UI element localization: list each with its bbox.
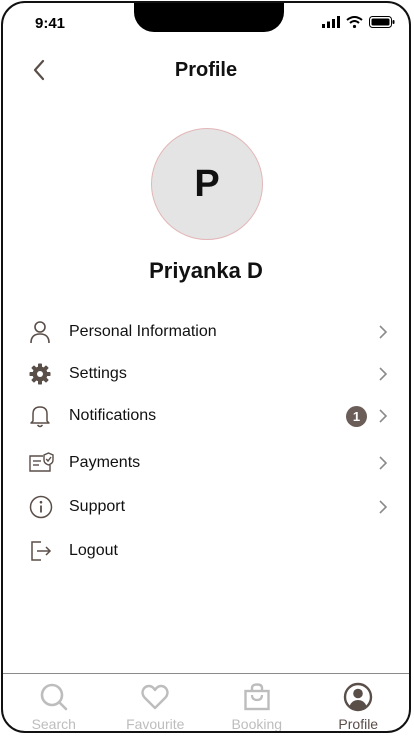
menu-label: Support [69, 498, 126, 515]
battery-icon [369, 16, 395, 28]
chevron-right-icon [375, 366, 391, 382]
menu-item-logout[interactable]: Logout [25, 534, 395, 568]
tab-label: Favourite [126, 716, 185, 732]
tab-profile[interactable]: Profile [308, 674, 410, 732]
menu-label: Payments [69, 454, 141, 471]
search-icon [40, 683, 68, 711]
avatar: P [151, 128, 263, 240]
status-icons [322, 16, 395, 28]
logout-icon [29, 539, 65, 563]
menu-label: Personal Information [69, 323, 217, 340]
notch [134, 3, 284, 32]
menu-label: Notifications [69, 407, 157, 424]
info-icon [29, 495, 65, 519]
chevron-right-icon [375, 324, 391, 340]
menu-item-notifications[interactable]: Notifications 1 [25, 399, 395, 433]
page-title: Profile [174, 59, 238, 81]
profile-icon [344, 682, 373, 712]
menu-item-settings[interactable]: Settings [25, 357, 395, 391]
user-name: Priyanka D [149, 258, 263, 283]
user-icon [29, 320, 65, 344]
chevron-right-icon [375, 499, 391, 515]
notification-count-badge: 1 [346, 405, 367, 427]
gear-icon [29, 363, 65, 385]
menu-item-personal-information[interactable]: Personal Information [25, 315, 395, 349]
signal-icon [322, 16, 340, 28]
payment-card-icon [29, 452, 65, 474]
shopping-bag-icon [244, 683, 270, 711]
phone-frame: 9:41 Profile P Priyanka D Personal Infor… [1, 1, 411, 733]
menu-label: Logout [69, 542, 118, 559]
avatar-initial: P [194, 162, 220, 205]
status-time: 9:41 [35, 15, 66, 32]
chevron-right-icon [375, 455, 391, 471]
tab-search[interactable]: Search [3, 674, 105, 732]
tab-label: Booking [231, 716, 283, 732]
wifi-icon [346, 16, 363, 28]
tab-label: Profile [338, 716, 379, 732]
chevron-right-icon [375, 408, 391, 424]
menu-label: Settings [69, 365, 127, 382]
tab-booking[interactable]: Booking [206, 674, 308, 732]
bell-icon [29, 404, 65, 428]
tab-label: Search [31, 716, 76, 732]
tab-favourite[interactable]: Favourite [105, 674, 207, 732]
menu-item-support[interactable]: Support [25, 490, 395, 524]
heart-icon [141, 684, 169, 710]
bottom-tab-bar: Search Favourite Booking Profile [3, 673, 410, 732]
menu-item-payments[interactable]: Payments [25, 446, 395, 480]
